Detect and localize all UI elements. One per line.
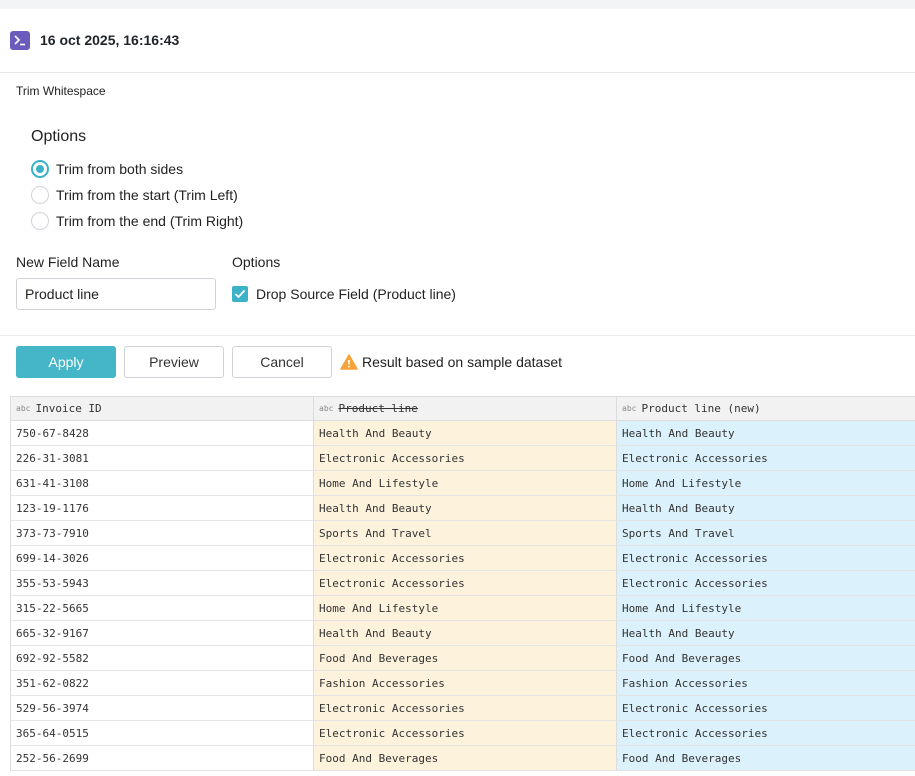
product-line-new-cell: Electronic Accessories — [617, 721, 915, 745]
invoice-id-cell: 665-32-9167 — [10, 621, 314, 645]
column-header-product-line-new[interactable]: abc Product line (new) — [617, 397, 915, 420]
drop-options-label: Options — [232, 254, 281, 270]
table-row: 699-14-3026 Electronic Accessories Electro… — [10, 546, 915, 571]
product-line-new-cell: Electronic Accessories — [617, 546, 915, 570]
radio-label: Trim from the end (Trim Right) — [56, 213, 244, 229]
product-line-cell: Food And Beverages — [314, 746, 617, 770]
product-line-new-cell: Electronic Accessories — [617, 446, 915, 470]
product-line-cell: Home And Lifestyle — [314, 471, 617, 495]
product-line-new-cell: Health And Beauty — [617, 621, 915, 645]
table-row: 373-73-7910 Sports And Travel Sports And T… — [10, 521, 915, 546]
table-row: 750-67-8428 Health And Beauty Health And B… — [10, 421, 915, 446]
warning-icon — [340, 354, 358, 370]
product-line-new-cell: Electronic Accessories — [617, 696, 915, 720]
table-row: 355-53-5943 Electronic Accessories Electro… — [10, 571, 915, 596]
radio-button-checked[interactable] — [31, 160, 49, 178]
invoice-id-cell: 252-56-2699 — [10, 746, 314, 770]
table-row: 351-62-0822 Fashion Accessories Fashion Ac… — [10, 671, 915, 696]
step-timestamp: 16 oct 2025, 16:16:43 — [40, 32, 180, 48]
apply-button[interactable]: Apply — [16, 346, 116, 378]
product-line-cell: Health And Beauty — [314, 421, 617, 445]
column-title-struck: Product line — [338, 402, 418, 415]
table-row: 365-64-0515 Electronic Accessories Electro… — [10, 721, 915, 746]
radio-button[interactable] — [31, 212, 49, 230]
preview-button[interactable]: Preview — [124, 346, 224, 378]
options-heading: Options — [31, 128, 87, 145]
divider — [0, 335, 915, 336]
step-header: 16 oct 2025, 16:16:43 — [0, 9, 915, 73]
product-line-new-cell: Fashion Accessories — [617, 671, 915, 695]
table-row: 252-56-2699 Food And Beverages Food And Be… — [10, 746, 915, 771]
invoice-id-cell: 699-14-3026 — [10, 546, 314, 570]
product-line-new-cell: Food And Beverages — [617, 746, 915, 770]
invoice-id-cell: 692-92-5582 — [10, 646, 314, 670]
column-title: Invoice ID — [35, 402, 102, 415]
invoice-id-cell: 226-31-3081 — [10, 446, 314, 470]
radio-label: Trim from both sides — [56, 161, 184, 177]
invoice-id-cell: 355-53-5943 — [10, 571, 314, 595]
table-row: 631-41-3108 Home And Lifestyle Home And Li… — [10, 471, 915, 496]
checkmark-icon — [234, 289, 246, 299]
table-row: 315-22-5665 Home And Lifestyle Home And Li… — [10, 596, 915, 621]
radio-label: Trim from the start (Trim Left) — [56, 187, 238, 203]
top-strip — [0, 0, 915, 9]
product-line-cell: Sports And Travel — [314, 521, 617, 545]
table-row: 226-31-3081 Electronic Accessories Electro… — [10, 446, 915, 471]
product-line-new-cell: Health And Beauty — [617, 421, 915, 445]
invoice-id-cell: 529-56-3974 — [10, 696, 314, 720]
product-line-new-cell: Health And Beauty — [617, 496, 915, 520]
invoice-id-cell: 631-41-3108 — [10, 471, 314, 495]
table-header: abc Invoice ID abc Product line abc Prod… — [10, 396, 915, 421]
preview-table: abc Invoice ID abc Product line abc Prod… — [10, 396, 915, 771]
column-title: Product line (new) — [641, 402, 761, 415]
product-line-cell: Health And Beauty — [314, 621, 617, 645]
product-line-new-cell: Sports And Travel — [617, 521, 915, 545]
invoice-id-cell: 750-67-8428 — [10, 421, 314, 445]
product-line-cell: Fashion Accessories — [314, 671, 617, 695]
product-line-cell: Electronic Accessories — [314, 721, 617, 745]
product-line-cell: Electronic Accessories — [314, 546, 617, 570]
product-line-new-cell: Food And Beverages — [617, 646, 915, 670]
invoice-id-cell: 373-73-7910 — [10, 521, 314, 545]
radio-trim-both[interactable]: Trim from both sides — [31, 159, 183, 179]
product-line-new-cell: Home And Lifestyle — [617, 596, 915, 620]
string-type-icon: abc — [622, 404, 637, 413]
table-row: 529-56-3974 Electronic Accessories Electro… — [10, 696, 915, 721]
table-row: 692-92-5582 Food And Beverages Food And Be… — [10, 646, 915, 671]
drop-source-checkbox[interactable] — [232, 286, 248, 302]
invoice-id-cell: 123-19-1176 — [10, 496, 314, 520]
product-line-new-cell: Home And Lifestyle — [617, 471, 915, 495]
table-body: 750-67-8428 Health And Beauty Health And B… — [10, 421, 915, 771]
new-field-name-label: New Field Name — [16, 254, 120, 270]
product-line-cell: Home And Lifestyle — [314, 596, 617, 620]
terminal-icon — [10, 31, 30, 50]
product-line-cell: Electronic Accessories — [314, 571, 617, 595]
column-header-invoice-id[interactable]: abc Invoice ID — [10, 397, 314, 420]
drop-source-label: Drop Source Field (Product line) — [256, 286, 456, 302]
warning-text: Result based on sample dataset — [362, 354, 563, 370]
product-line-cell: Food And Beverages — [314, 646, 617, 670]
product-line-cell: Health And Beauty — [314, 496, 617, 520]
step-title: Trim Whitespace — [16, 84, 106, 98]
string-type-icon: abc — [16, 404, 31, 413]
radio-trim-left[interactable]: Trim from the start (Trim Left) — [31, 185, 238, 205]
column-header-product-line[interactable]: abc Product line — [314, 397, 617, 420]
string-type-icon: abc — [319, 404, 334, 413]
invoice-id-cell: 351-62-0822 — [10, 671, 314, 695]
invoice-id-cell: 365-64-0515 — [10, 721, 314, 745]
product-line-cell: Electronic Accessories — [314, 696, 617, 720]
table-row: 123-19-1176 Health And Beauty Health And B… — [10, 496, 915, 521]
product-line-cell: Electronic Accessories — [314, 446, 617, 470]
drop-source-field-option[interactable]: Drop Source Field (Product line) — [232, 284, 456, 304]
radio-trim-right[interactable]: Trim from the end (Trim Right) — [31, 211, 243, 231]
invoice-id-cell: 315-22-5665 — [10, 596, 314, 620]
new-field-name-input[interactable] — [16, 278, 216, 310]
cancel-button[interactable]: Cancel — [232, 346, 332, 378]
table-row: 665-32-9167 Health And Beauty Health And B… — [10, 621, 915, 646]
sample-warning: Result based on sample dataset — [340, 352, 562, 372]
radio-button[interactable] — [31, 186, 49, 204]
product-line-new-cell: Electronic Accessories — [617, 571, 915, 595]
